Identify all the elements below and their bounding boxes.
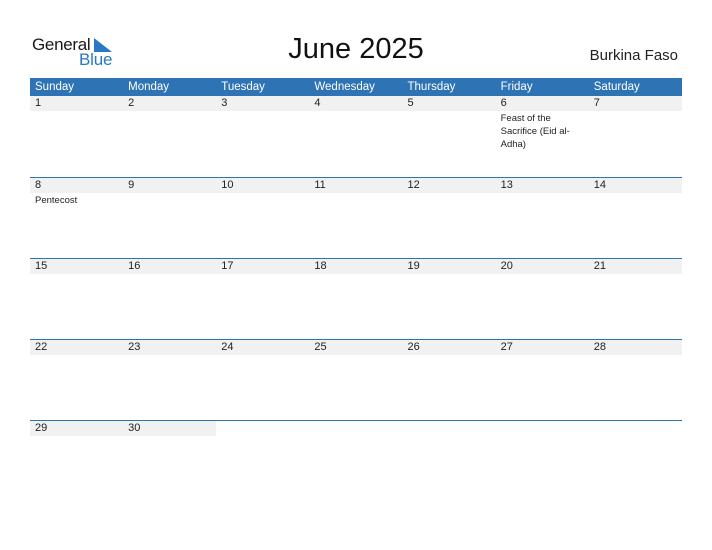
day-number: 13 — [495, 178, 589, 193]
weekday-header: Sunday Monday Tuesday Wednesday Thursday… — [30, 78, 682, 96]
week-row: 22 23 24 25 26 27 28 — [30, 339, 682, 420]
day-cell: 10 — [216, 178, 310, 258]
day-number: 6 — [495, 96, 589, 111]
day-cell: 22 — [30, 340, 124, 420]
day-number: 19 — [402, 259, 496, 274]
day-number — [495, 421, 589, 436]
day-number: 2 — [123, 96, 217, 111]
day-number: 7 — [588, 96, 682, 111]
country-name: Burkina Faso — [589, 47, 678, 64]
day-number: 22 — [30, 340, 124, 355]
weekday-tuesday: Tuesday — [221, 81, 265, 93]
day-number: 27 — [495, 340, 589, 355]
weeks-container: 1 2 3 4 5 6 Feast of the Sacrifice (Eid al-Adh… — [30, 96, 682, 501]
holiday-event: Pentecost — [35, 195, 78, 206]
day-number: 15 — [30, 259, 124, 274]
week-row: 1 2 3 4 5 6 Feast of the Sacrifice (Eid al-Adh… — [30, 96, 682, 177]
day-cell: 14 — [588, 178, 682, 258]
day-cell: 18 — [309, 259, 403, 339]
day-cell: 30 — [123, 421, 217, 501]
day-number: 20 — [495, 259, 589, 274]
day-number: 9 — [123, 178, 217, 193]
day-number: 16 — [123, 259, 217, 274]
day-number: 18 — [309, 259, 403, 274]
day-cell: 2 — [123, 96, 217, 177]
week-row: 29 30 — [30, 420, 682, 501]
day-number — [588, 421, 682, 436]
day-cell: 7 — [588, 96, 682, 177]
day-number: 25 — [309, 340, 403, 355]
day-cell: 8 Pentecost — [30, 178, 124, 258]
weekday-sunday: Sunday — [35, 81, 75, 93]
weekday-thursday: Thursday — [407, 81, 456, 93]
day-cell: 1 — [30, 96, 124, 177]
day-number: 14 — [588, 178, 682, 193]
day-number: 10 — [216, 178, 310, 193]
weekday-saturday: Saturday — [593, 81, 640, 93]
calendar-grid: Sunday Monday Tuesday Wednesday Thursday… — [30, 78, 682, 501]
day-number: 11 — [309, 178, 403, 193]
day-cell — [402, 421, 496, 501]
day-cell: 23 — [123, 340, 217, 420]
day-cell: 25 — [309, 340, 403, 420]
day-cell: 13 — [495, 178, 589, 258]
weekday-wednesday: Wednesday — [314, 81, 375, 93]
day-cell: 4 — [309, 96, 403, 177]
day-cell: 16 — [123, 259, 217, 339]
weekday-friday: Friday — [500, 81, 533, 93]
day-number: 24 — [216, 340, 310, 355]
day-cell: 19 — [402, 259, 496, 339]
holiday-event: Feast of the Sacrifice (Eid al-Adha) — [500, 113, 570, 150]
weekday-monday: Monday — [128, 81, 170, 93]
day-cell: 28 — [588, 340, 682, 420]
day-cell: 3 — [216, 96, 310, 177]
day-number: 4 — [309, 96, 403, 111]
day-number: 29 — [30, 421, 124, 436]
day-number: 8 — [30, 178, 124, 193]
day-number — [402, 421, 496, 436]
day-number: 17 — [216, 259, 310, 274]
day-cell: 17 — [216, 259, 310, 339]
day-number: 5 — [402, 96, 496, 111]
day-cell — [216, 421, 310, 501]
day-cell: 5 — [402, 96, 496, 177]
day-number: 23 — [123, 340, 217, 355]
day-cell — [495, 421, 589, 501]
day-number: 21 — [588, 259, 682, 274]
day-cell: 27 — [495, 340, 589, 420]
day-cell: 9 — [123, 178, 217, 258]
day-cell: 21 — [588, 259, 682, 339]
day-number — [309, 421, 403, 436]
day-number: 30 — [123, 421, 217, 436]
week-row: 15 16 17 18 19 20 21 — [30, 258, 682, 339]
day-cell: 11 — [309, 178, 403, 258]
day-number: 28 — [588, 340, 682, 355]
day-number: 1 — [30, 96, 124, 111]
day-cell: 26 — [402, 340, 496, 420]
day-number: 3 — [216, 96, 310, 111]
day-cell: 24 — [216, 340, 310, 420]
day-cell: 20 — [495, 259, 589, 339]
day-number — [216, 421, 310, 436]
day-number: 12 — [402, 178, 496, 193]
day-cell: 12 — [402, 178, 496, 258]
week-row: 8 Pentecost 9 10 11 12 13 14 — [30, 177, 682, 258]
day-cell — [309, 421, 403, 501]
day-cell: 15 — [30, 259, 124, 339]
day-cell: 6 Feast of the Sacrifice (Eid al-Adha) — [495, 96, 589, 177]
day-cell — [588, 421, 682, 501]
day-cell: 29 — [30, 421, 124, 501]
day-number: 26 — [402, 340, 496, 355]
